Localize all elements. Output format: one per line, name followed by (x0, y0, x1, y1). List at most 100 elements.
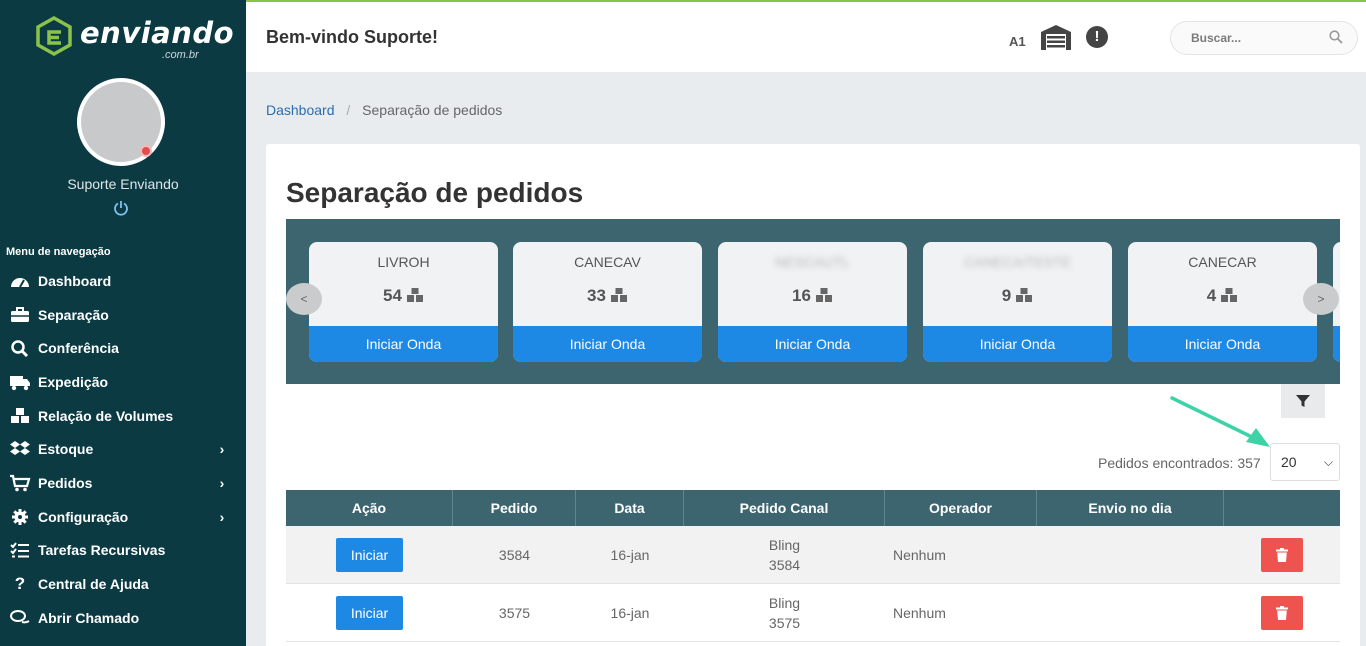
filter-icon (1296, 395, 1310, 407)
search-input[interactable] (1191, 31, 1321, 45)
start-order-button[interactable]: Iniciar (335, 537, 404, 572)
tasks-icon (10, 542, 29, 558)
filter-button[interactable] (1281, 384, 1325, 418)
breadcrumb-current: Separação de pedidos (362, 102, 503, 118)
start-wave-button[interactable]: Iniciar Onda (923, 326, 1112, 362)
user-name: Suporte Enviando (67, 176, 179, 192)
status-dot-icon (140, 145, 152, 157)
sidebar-item-separacao[interactable]: Separação (0, 298, 246, 332)
wave-count: 16 (718, 286, 907, 306)
nav-menu: Dashboard Separação Conferência Expediçã… (0, 264, 246, 635)
chat-icon (10, 609, 30, 624)
dropbox-icon (10, 441, 30, 456)
sidebar-item-dashboard[interactable]: Dashboard (0, 264, 246, 298)
store-code[interactable]: A1 (1009, 34, 1026, 49)
order-id: 3584 (498, 546, 531, 563)
brand-name: enviando (80, 16, 235, 50)
sidebar-item-volumes[interactable]: Relação de Volumes (0, 399, 246, 433)
cart-icon (10, 474, 31, 492)
wave-count: 9 (923, 286, 1112, 306)
column-header-actions (1224, 490, 1340, 526)
delete-order-button[interactable] (1261, 537, 1303, 572)
main-card: Separação de pedidos LIVROH 54 Iniciar O… (266, 144, 1360, 646)
order-channel: Bling 3575 (768, 594, 801, 631)
briefcase-icon (11, 306, 29, 322)
search-icon (11, 340, 29, 358)
orders-found-count: Pedidos encontrados: 357 (1098, 455, 1261, 471)
order-date: 16-jan (610, 546, 650, 563)
breadcrumb: Dashboard / Separação de pedidos (266, 102, 502, 118)
column-header-operador[interactable]: Operador (885, 490, 1037, 526)
cubes-icon (11, 407, 29, 423)
wave-count: 54 (309, 286, 498, 306)
column-header-acao[interactable]: Ação (286, 490, 453, 526)
table-header: Ação Pedido Data Pedido Canal Operador E… (286, 490, 1340, 526)
start-order-button[interactable]: Iniciar (335, 595, 404, 630)
truck-icon (10, 375, 30, 391)
chevron-right-icon: › (219, 474, 225, 491)
carousel-prev-button[interactable]: < (286, 283, 322, 315)
chevron-right-icon: › (219, 508, 225, 525)
sidebar: enviando .com.br Suporte Enviando Menu d… (0, 0, 246, 646)
start-wave-button[interactable]: Iniciar Onda (309, 326, 498, 362)
warehouse-icon[interactable] (1040, 24, 1072, 50)
page-title: Separação de pedidos (286, 177, 584, 208)
table-row: Iniciar 3584 16-jan Bling 3584 Nenhum (286, 526, 1340, 584)
boxes-icon (1016, 288, 1033, 302)
wave-card-livroh: LIVROH 54 Iniciar Onda (309, 242, 498, 362)
order-channel: Bling 3584 (768, 536, 801, 573)
page-size-value: 20 (1281, 454, 1297, 470)
wave-card-caneca-teste: CANECA/TESTE 9 Iniciar Onda (923, 242, 1112, 362)
logo[interactable]: enviando .com.br (34, 16, 235, 61)
avatar[interactable] (77, 78, 165, 166)
page-size-select[interactable]: 20 ⌵ (1270, 443, 1340, 481)
search-icon[interactable] (1329, 30, 1343, 44)
orders-table: Ação Pedido Data Pedido Canal Operador E… (286, 490, 1340, 642)
wave-name: CANECAR (1188, 254, 1257, 270)
wave-name: CANECAV (574, 254, 641, 270)
sidebar-item-expedicao[interactable]: Expedição (0, 365, 246, 399)
logo-box-icon (36, 16, 72, 56)
start-wave-button[interactable]: Iniciar Onda (718, 326, 907, 362)
alert-icon[interactable]: ! (1086, 26, 1108, 48)
sidebar-item-pedidos[interactable]: Pedidos › (0, 466, 246, 500)
order-ship-day (1037, 584, 1224, 641)
chevron-right-icon: › (219, 441, 225, 458)
start-wave-button[interactable] (1333, 326, 1340, 362)
breadcrumb-dashboard[interactable]: Dashboard (266, 102, 335, 118)
gear-icon (12, 508, 28, 525)
wave-card-canecar: CANECAR 4 Iniciar Onda (1128, 242, 1317, 362)
power-icon[interactable] (113, 200, 129, 216)
wave-name: LIVROH (377, 254, 430, 270)
order-id: 3575 (498, 604, 531, 621)
sidebar-item-chamado[interactable]: Abrir Chamado (0, 601, 246, 635)
chevron-down-icon: ⌵ (1323, 455, 1333, 469)
trash-icon (1276, 605, 1288, 620)
breadcrumb-separator: / (346, 102, 351, 118)
top-header: Bem-vindo Suporte! A1 ! (246, 0, 1366, 72)
table-row: Iniciar 3575 16-jan Bling 3575 Nenhum (286, 584, 1340, 642)
boxes-icon (406, 288, 423, 302)
start-wave-button[interactable]: Iniciar Onda (1128, 326, 1317, 362)
column-header-envio[interactable]: Envio no dia (1037, 490, 1224, 526)
brand-suffix: .com.br (162, 49, 199, 61)
column-header-pedido[interactable]: Pedido (453, 490, 576, 526)
sidebar-item-configuracao[interactable]: Configuração › (0, 500, 246, 534)
boxes-icon (1221, 288, 1238, 302)
column-header-data[interactable]: Data (576, 490, 684, 526)
sidebar-item-estoque[interactable]: Estoque › (0, 432, 246, 466)
wave-count: 33 (513, 286, 702, 306)
wave-carousel: LIVROH 54 Iniciar Onda CANECAV 33 Inicia… (286, 219, 1340, 384)
sidebar-item-conferencia[interactable]: Conferência (0, 331, 246, 365)
delete-order-button[interactable] (1261, 595, 1303, 630)
boxes-icon (815, 288, 832, 302)
search-box[interactable] (1170, 21, 1358, 55)
column-header-pedido-canal[interactable]: Pedido Canal (684, 490, 885, 526)
boxes-icon (610, 288, 627, 302)
start-wave-button[interactable]: Iniciar Onda (513, 326, 702, 362)
wave-count: 4 (1128, 286, 1317, 306)
sidebar-item-tarefas[interactable]: Tarefas Recursivas (0, 534, 246, 568)
carousel-next-button[interactable]: > (1303, 283, 1339, 315)
order-operator: Nenhum (893, 546, 946, 563)
sidebar-item-ajuda[interactable]: ? Central de Ajuda (0, 567, 246, 601)
